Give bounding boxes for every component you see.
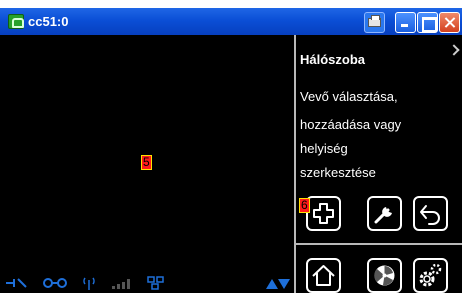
overlay-marker: 6 [299, 198, 310, 213]
plus-icon [313, 203, 334, 224]
back-arrow-icon [420, 205, 440, 225]
side-panel: Hálószoba Vevő választása, hozzáadása va… [296, 35, 462, 293]
phone-icon [8, 14, 24, 29]
panel-description-line: hozzáadása vagy [300, 117, 402, 132]
minimize-button[interactable] [395, 12, 416, 33]
antenna-icon [83, 277, 95, 290]
title-bar[interactable]: cc51:0 [0, 8, 462, 35]
overlay-marker: 5 [141, 155, 152, 170]
window-title: cc51:0 [28, 14, 69, 29]
printer-icon [368, 15, 381, 27]
chevron-right-icon[interactable] [448, 44, 460, 56]
settings-button[interactable] [413, 258, 448, 293]
fan-icon [374, 265, 395, 286]
main-viewport[interactable] [2, 35, 294, 267]
edit-button[interactable] [367, 196, 402, 231]
add-button[interactable] [306, 196, 341, 231]
home-button[interactable] [306, 258, 341, 293]
link-icon [43, 278, 67, 288]
panel-description-line: helyiség [300, 141, 348, 156]
back-button[interactable] [413, 196, 448, 231]
button-divider [296, 243, 462, 245]
panel-description-line: szerkesztése [300, 165, 376, 180]
fan-button[interactable] [367, 258, 402, 293]
connection-icon [6, 278, 27, 288]
status-bar [2, 273, 294, 293]
scroll-arrows-icon[interactable] [265, 278, 291, 290]
network-icon [147, 276, 164, 290]
app-window: cc51:0 5 Hálószoba Vevő választása, hozz… [0, 8, 462, 293]
print-button[interactable] [364, 12, 385, 33]
wrench-icon [374, 207, 392, 224]
panel-description-line: Vevő választása, [300, 89, 398, 104]
maximize-button[interactable] [417, 12, 438, 33]
home-icon [312, 265, 335, 286]
gears-icon [419, 263, 442, 287]
panel-title: Hálószoba [300, 52, 366, 67]
signal-bars-icon [112, 279, 130, 289]
close-button[interactable] [439, 12, 460, 33]
